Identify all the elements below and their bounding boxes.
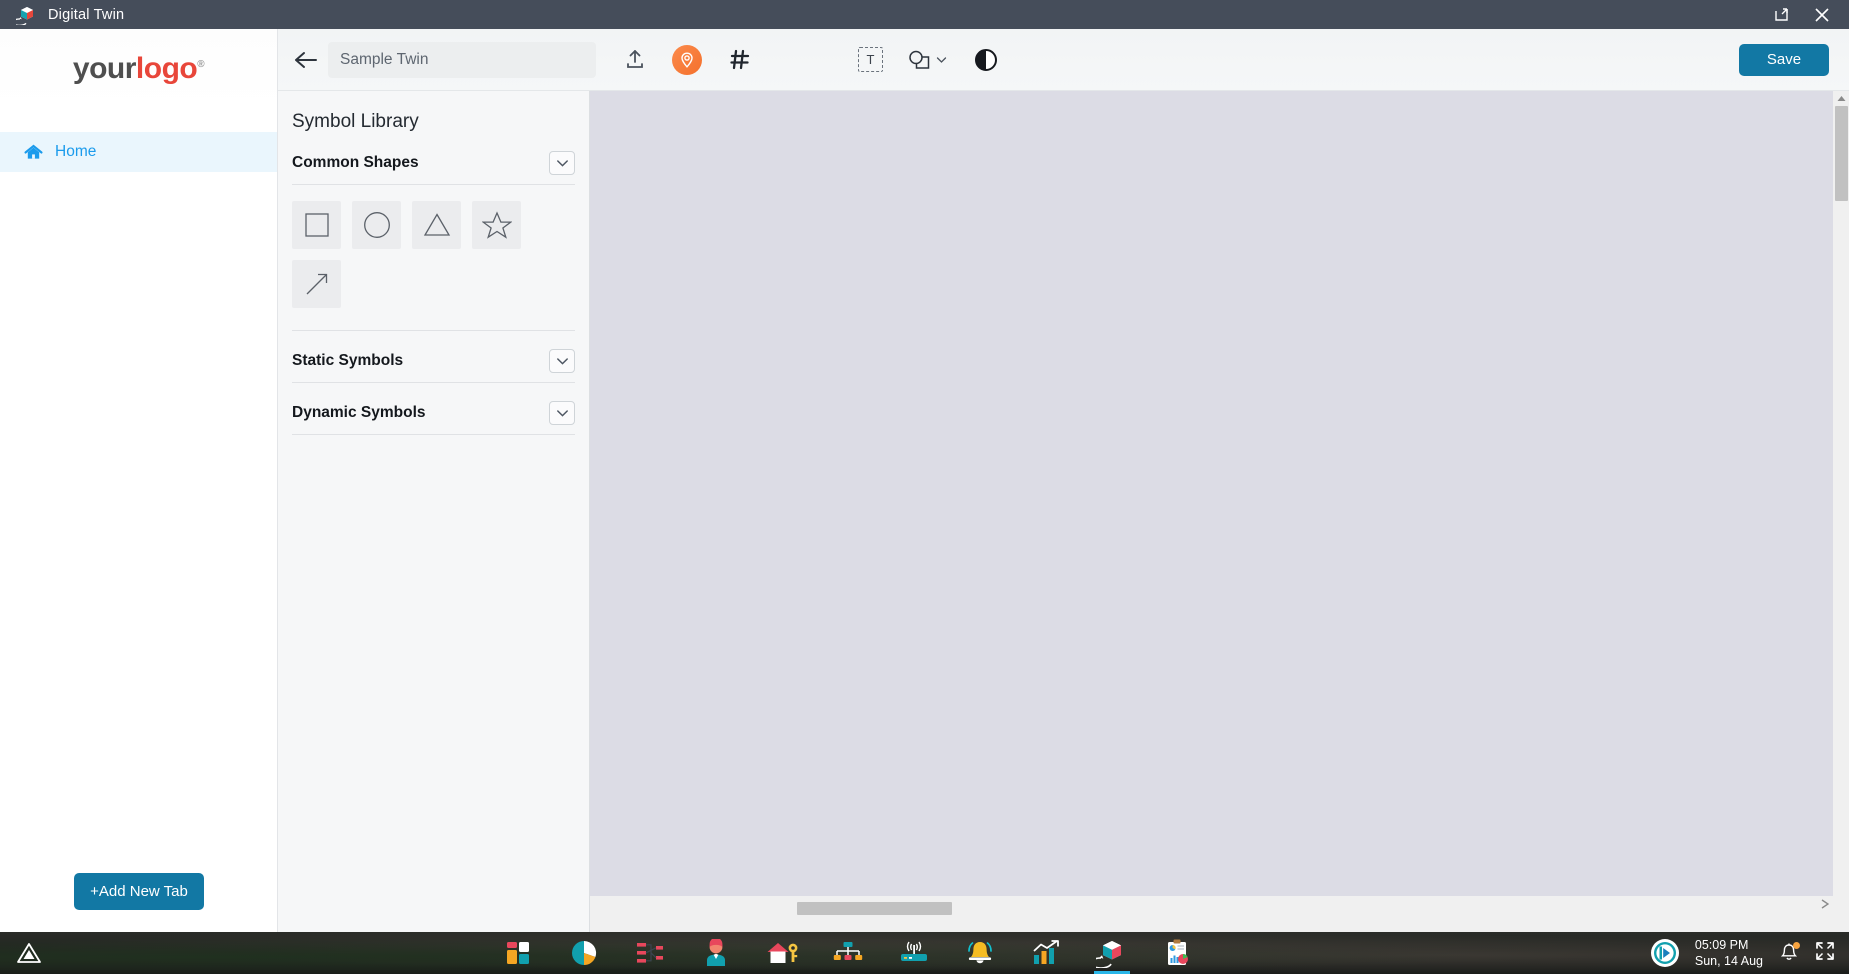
hierarchy-icon[interactable] [827,934,869,972]
save-button[interactable]: Save [1739,43,1829,76]
digital-twin-cube-icon [11,5,38,26]
home-key-icon[interactable] [761,934,803,972]
logo-part-your: your [72,52,137,85]
panel-title: Symbol Library [292,111,419,132]
flow-diagram-icon[interactable] [629,934,671,972]
horizontal-scroll-thumb[interactable] [797,902,952,915]
sidebar-item-home[interactable]: Home [0,132,277,172]
digital-twin-cube-icon[interactable] [1091,934,1133,974]
scroll-up-arrow-icon[interactable] [1837,91,1846,105]
window-title: Digital Twin [48,6,125,23]
accordion-static-symbols[interactable]: Static Symbols [292,349,575,383]
logo-text: yourlogo® [72,52,205,86]
dashboard-icon[interactable] [497,934,539,972]
arrow-shape[interactable] [292,260,341,308]
contrast-icon[interactable] [971,45,1001,75]
back-arrow-icon[interactable] [292,46,320,74]
title-bar-left: Digital Twin [0,5,125,26]
pie-chart-icon[interactable] [563,934,605,972]
logo-registered-mark: ® [197,59,205,70]
vertical-scroll-thumb[interactable] [1834,106,1848,201]
location-pin-icon[interactable] [672,44,702,75]
clock-time: 05:09 PM [1694,938,1749,952]
chevron-down-icon [936,56,947,63]
clock-date: Sun, 14 Aug [1694,954,1763,968]
close-icon[interactable] [1813,6,1831,24]
canvas-vertical-scrollbar[interactable] [1833,91,1849,896]
toolbar-left-tools [620,44,754,75]
expand-fullscreen-icon[interactable] [1815,941,1835,966]
star-shape[interactable] [472,201,521,249]
chevron-down-icon[interactable] [549,401,575,425]
text-tool-icon[interactable]: T [858,47,883,72]
accordion-common-shapes[interactable]: Common Shapes [292,151,575,185]
toolbar-center-tools: T [858,45,1001,75]
circle-shape[interactable] [352,201,401,249]
twin-name-input[interactable] [328,41,596,78]
chevron-down-icon[interactable] [549,151,575,175]
trend-chart-icon[interactable] [1025,934,1067,972]
left-sidebar: yourlogo® Home +Add New Tab [0,29,278,932]
restore-down-icon[interactable] [1773,6,1791,24]
common-shapes-grid [278,185,589,308]
bell-alarm-icon[interactable] [959,934,1001,972]
square-shape[interactable] [292,201,341,249]
symbol-library-panel: Symbol Library Common Shapes Static Symb… [278,91,590,932]
os-taskbar: 05:09 PM Sun, 14 Aug [0,932,1849,974]
chevron-down-icon[interactable] [549,349,575,373]
home-icon [24,144,43,161]
triangle-shape[interactable] [412,201,461,249]
sidebar-spacer [0,109,277,132]
upload-icon[interactable] [620,45,650,75]
editor-toolbar: T Save [278,29,1849,91]
canvas-area[interactable] [590,91,1849,932]
router-antenna-icon[interactable] [893,934,935,972]
accordion-label: Static Symbols [292,352,404,369]
accordion-label: Dynamic Symbols [292,404,426,421]
accordion-label: Common Shapes [292,154,419,171]
brand-logo: yourlogo® [0,29,277,109]
add-new-tab-button[interactable]: +Add New Tab [74,873,204,910]
accordion-dynamic-symbols[interactable]: Dynamic Symbols [292,401,575,435]
notification-bell-icon[interactable] [1779,942,1800,964]
user-avatar-icon[interactable] [1650,939,1679,967]
add-new-tab-container: +Add New Tab [0,873,278,910]
grid-hash-icon[interactable] [724,45,754,75]
canvas-surface[interactable] [590,91,1833,896]
notification-badge [1793,942,1800,949]
window-controls [1773,6,1849,24]
report-clipboard-icon[interactable] [1157,934,1199,972]
logo-part-logo: logo [135,52,198,85]
app-window: Digital Twin yourlogo® Home +Add New Tab… [0,0,1849,974]
title-bar: Digital Twin [0,0,1849,29]
scroll-right-arrow-icon[interactable] [1821,896,1830,914]
sidebar-item-label: Home [55,143,97,160]
taskbar-clock[interactable]: 05:09 PM Sun, 14 Aug [1695,937,1763,969]
user-profile-icon[interactable] [695,934,737,972]
taskbar-app-list [497,934,1199,974]
shapes-tool-icon[interactable] [907,49,947,71]
panel-divider [292,330,575,331]
taskbar-tray: 05:09 PM Sun, 14 Aug [1650,937,1835,969]
start-triangle-icon[interactable] [12,936,46,970]
canvas-horizontal-scrollbar[interactable] [590,900,1833,916]
